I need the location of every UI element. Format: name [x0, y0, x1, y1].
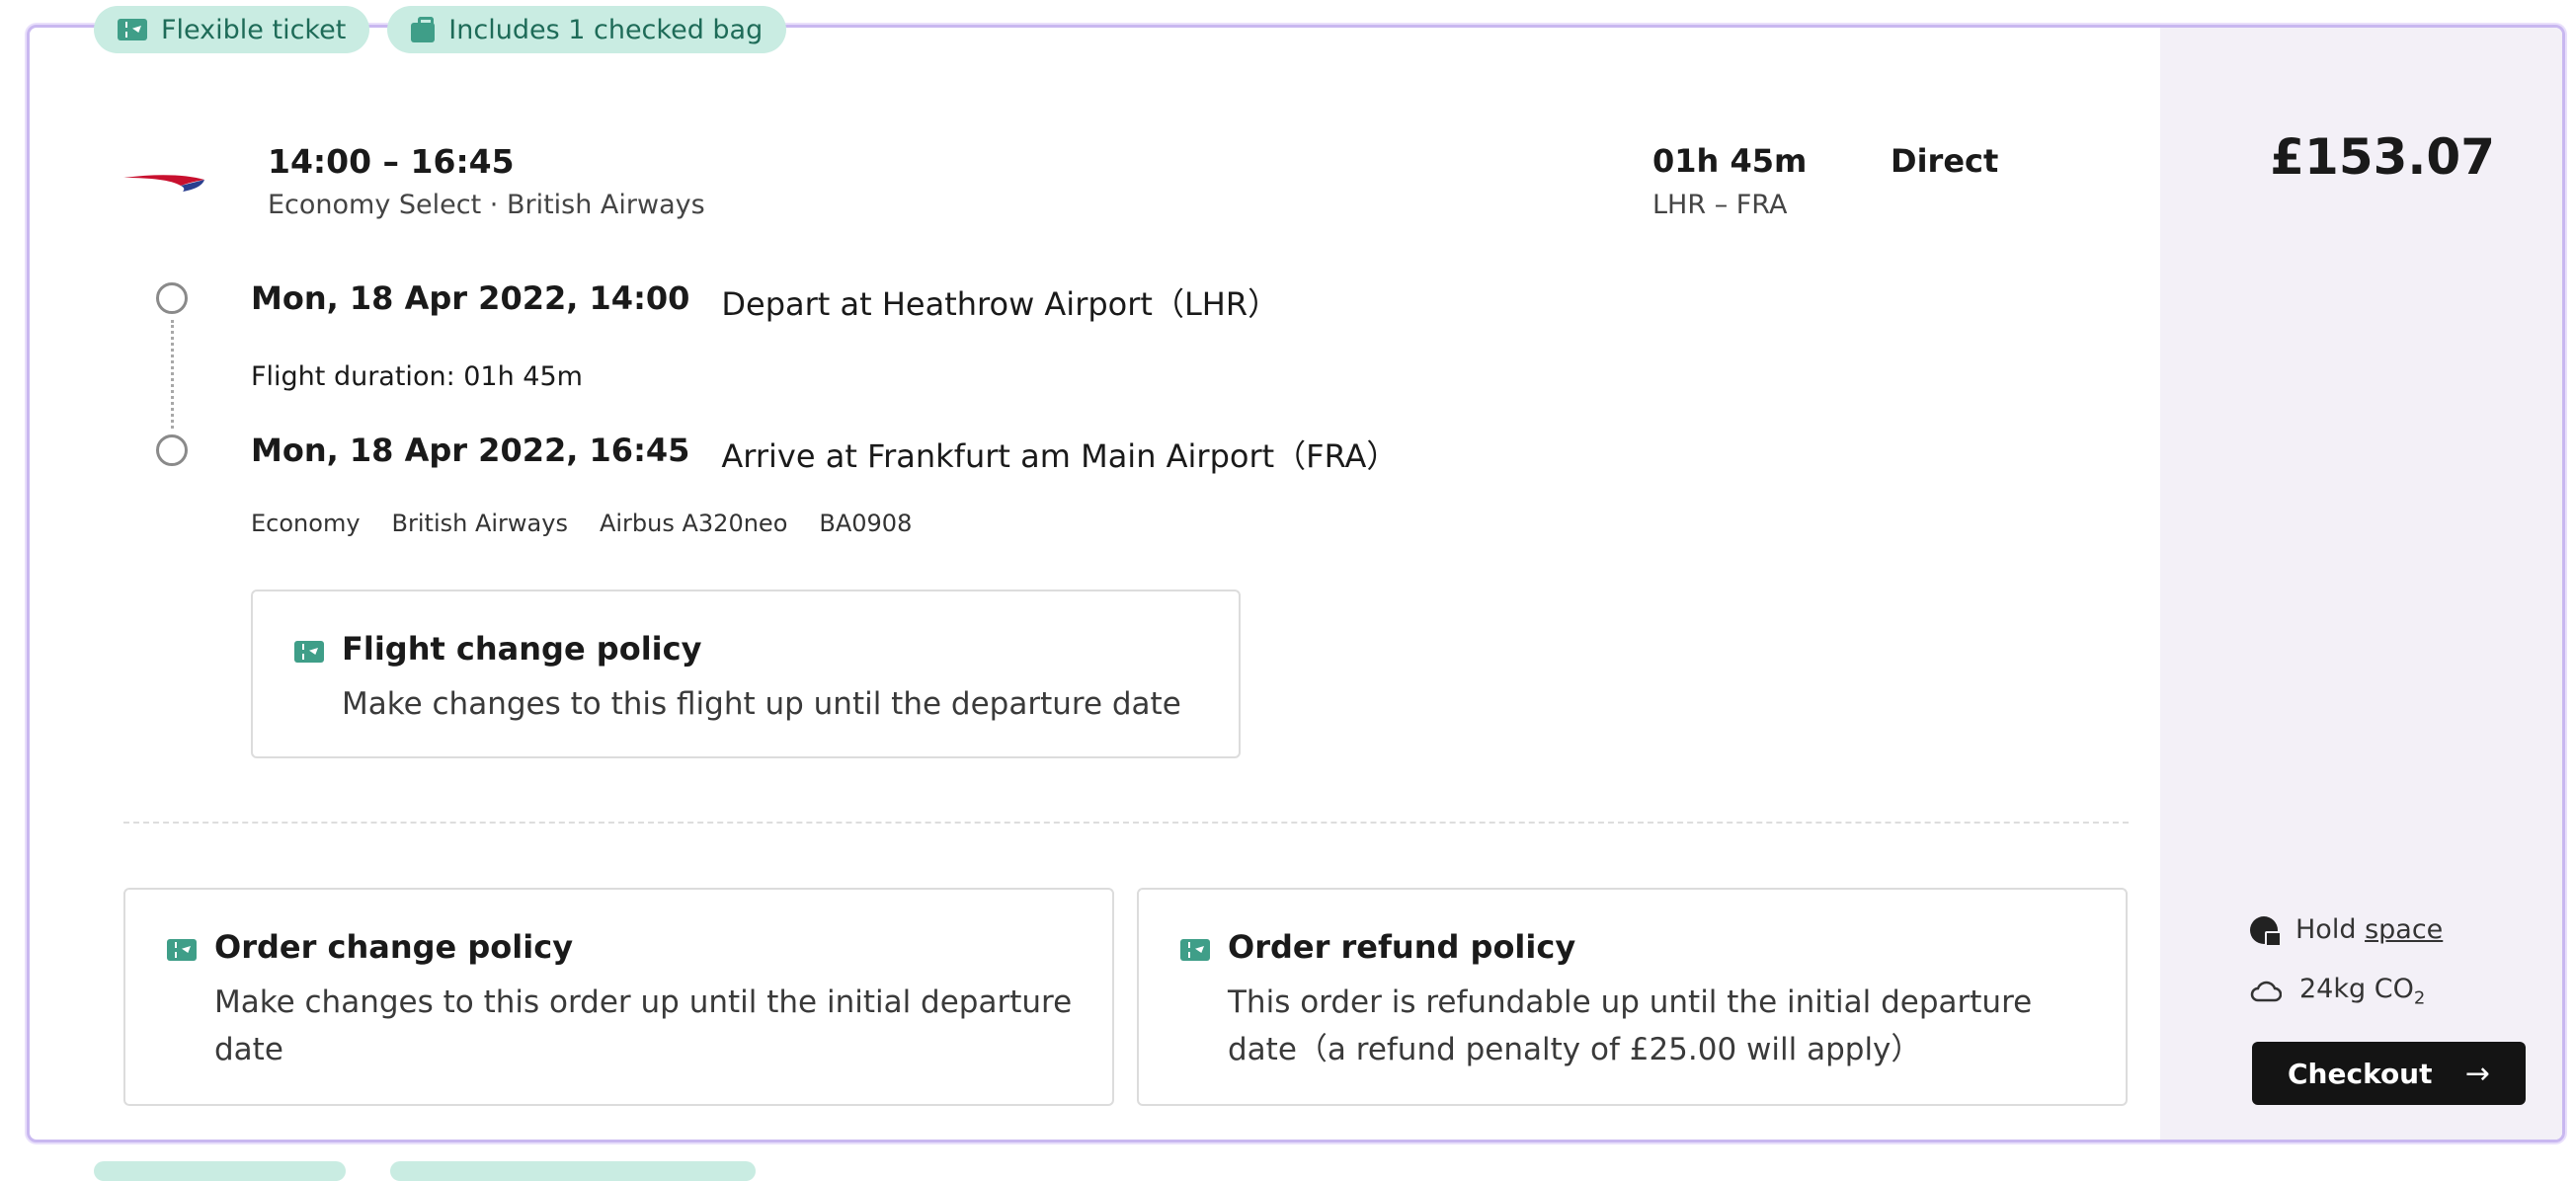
- offer-card[interactable]: 14:00 – 16:45 Economy Select · British A…: [27, 25, 2565, 1142]
- offer-tags: Flexible ticket Includes 1 checked bag: [94, 6, 787, 53]
- meta-aircraft: Airbus A320neo: [599, 510, 788, 537]
- arrow-right-icon: →: [2464, 1056, 2490, 1091]
- depart-row: Mon, 18 Apr 2022, 14:00 Depart at Heathr…: [251, 279, 1279, 325]
- flight-change-policy: Flight change policy Make changes to thi…: [251, 590, 1241, 758]
- hold-option: Hold space: [2250, 914, 2443, 947]
- arrive-datetime: Mon, 18 Apr 2022, 16:45: [251, 432, 690, 469]
- policy-description: Make changes to this order up until the …: [214, 984, 1073, 1067]
- tag-label: Flexible ticket: [161, 14, 347, 45]
- section-divider: [123, 822, 2129, 824]
- arrive-timeline-dot: [156, 434, 188, 466]
- policy-title: Flight change policy: [342, 630, 702, 668]
- hold-space-link[interactable]: space: [2365, 914, 2443, 945]
- ticket-icon: [294, 641, 324, 663]
- checkout-button[interactable]: Checkout →: [2252, 1042, 2526, 1105]
- policy-title: Order refund policy: [1228, 928, 1576, 966]
- bag-icon: [411, 17, 436, 42]
- meta-flight-number: BA0908: [819, 510, 913, 537]
- order-change-policy: Order change policy Make changes to this…: [123, 888, 1114, 1106]
- policy-description: This order is refundable up until the in…: [1228, 984, 2033, 1067]
- cabin-airline: Economy Select · British Airways: [268, 190, 705, 220]
- ticket-icon: [1180, 939, 1210, 961]
- policy-description: Make changes to this flight up until the…: [342, 686, 1181, 722]
- cloud-icon: [2250, 981, 2282, 1002]
- ticket-icon: [118, 19, 147, 40]
- policy-title: Order change policy: [214, 928, 574, 966]
- ticket-icon: [167, 939, 197, 961]
- co2-emissions: 24kg CO2: [2250, 974, 2425, 1008]
- arrive-row: Mon, 18 Apr 2022, 16:45 Arrive at Frankf…: [251, 432, 1398, 477]
- next-tag-peek: [390, 1161, 756, 1181]
- depart-timeline-dot: [156, 282, 188, 314]
- stops-label: Direct: [1891, 142, 1999, 180]
- timeline-connector: [171, 320, 174, 429]
- british-airways-logo: [123, 175, 204, 192]
- arrive-airport: Arrive at Frankfurt am Main Airport（FRA）: [721, 437, 1399, 475]
- tag-flexible-ticket: Flexible ticket: [94, 6, 370, 53]
- co2-subscript: 2: [2413, 987, 2426, 1009]
- segment-duration: Flight duration: 01h 45m: [251, 361, 583, 392]
- next-offer-peek: [94, 1161, 756, 1181]
- tag-checked-bag: Includes 1 checked bag: [387, 6, 787, 53]
- checkout-label: Checkout: [2288, 1057, 2433, 1090]
- co2-value: 24kg CO: [2299, 974, 2414, 1004]
- order-refund-policy: Order refund policy This order is refund…: [1137, 888, 2128, 1106]
- depart-airport: Depart at Heathrow Airport（LHR）: [721, 285, 1280, 323]
- meta-cabin: Economy: [251, 510, 361, 537]
- hold-label: Hold: [2295, 914, 2357, 945]
- segment-meta: Economy British Airways Airbus A320neo B…: [251, 510, 912, 537]
- flight-route: LHR – FRA: [1652, 190, 1788, 220]
- meta-airline: British Airways: [391, 510, 568, 537]
- next-tag-peek: [94, 1161, 346, 1181]
- flight-duration: 01h 45m: [1652, 142, 1808, 180]
- clock-lock-icon: [2250, 915, 2282, 947]
- tag-label: Includes 1 checked bag: [448, 14, 764, 45]
- depart-datetime: Mon, 18 Apr 2022, 14:00: [251, 279, 690, 317]
- flight-times: 14:00 – 16:45: [268, 142, 515, 181]
- offer-price: £153.07: [2270, 128, 2495, 186]
